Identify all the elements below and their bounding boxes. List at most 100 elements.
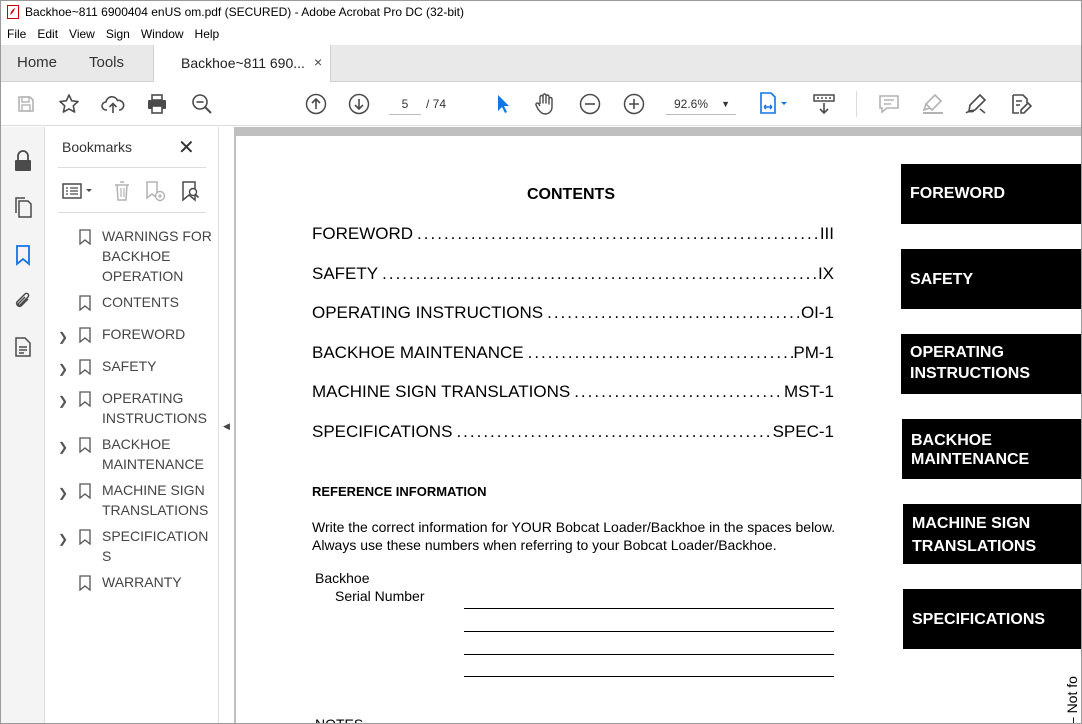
comment-icon[interactable] [876,91,902,117]
toc-entry-name: FOREWORD [312,224,414,243]
notes-label: NOTES [315,716,364,724]
section-tab-specifications[interactable]: SPECIFICATIONS [903,589,1081,649]
zoom-search-icon[interactable] [189,91,215,117]
page-number-input[interactable]: 5 [389,93,421,115]
toc-entry[interactable]: FOREWORD ...............................… [312,224,834,244]
toc-leader-dots: ........................................… [456,422,773,441]
toc-entry-name: SAFETY [312,264,379,283]
section-tab-label: MAINTENANCE [911,451,1030,468]
panel-splitter[interactable]: ◀ [218,127,234,723]
vertical-margin-text-content: y – Not fo [1064,676,1080,724]
toc-entry-page: PM-1 [793,343,834,362]
chevron-right-icon[interactable]: ❯ [58,391,68,411]
find-bookmark-icon[interactable] [180,180,202,202]
bookmark-options-icon[interactable] [62,180,96,202]
section-tab-label: INSTRUCTIONS [910,365,1030,382]
toc-entry[interactable]: SPECIFICATIONS .........................… [312,422,834,442]
tab-tools[interactable]: Tools [89,54,124,71]
delete-bookmark-icon[interactable] [112,180,132,202]
next-page-icon[interactable] [346,91,372,117]
hand-tool-icon[interactable] [532,91,558,117]
select-cursor-icon[interactable] [489,91,515,117]
bookmark-item[interactable]: WARNINGS FOR BACKHOE OPERATION [46,226,218,286]
vertical-margin-text: y – Not fo [1062,636,1081,724]
toc-entry-name: BACKHOE MAINTENANCE [312,343,524,362]
bookmark-icon [79,391,91,412]
toc-entry[interactable]: BACKHOE MAINTENANCE ....................… [312,343,834,363]
section-tab-maintenance[interactable]: BACKHOE MAINTENANCE [902,419,1081,479]
bookmark-icon [79,529,91,550]
toc-leader-dots: ........................................… [417,224,820,243]
lock-icon[interactable] [11,149,35,173]
tab-home[interactable]: Home [17,54,57,71]
bookmark-item[interactable]: ❯ MACHINE SIGN TRANSLATIONS [46,480,218,520]
section-tab-operating[interactable]: OPERATING INSTRUCTIONS [901,334,1081,394]
section-tab-safety[interactable]: SAFETY [901,249,1081,309]
zoom-in-icon[interactable] [621,91,647,117]
document-properties-icon[interactable] [11,335,35,359]
chevron-right-icon[interactable]: ❯ [58,437,68,457]
chevron-right-icon[interactable]: ❯ [58,529,68,549]
save-icon[interactable] [13,91,39,117]
close-icon[interactable]: ✕ [178,135,195,160]
bookmark-item[interactable]: ❯ FOREWORD [46,324,218,344]
menu-sign[interactable]: Sign [100,27,135,41]
print-icon[interactable] [144,91,170,117]
attachment-icon[interactable] [11,289,35,313]
document-viewport[interactable]: CONTENTS FOREWORD ......................… [234,127,1081,724]
bookmark-item[interactable]: ❯ SPECIFICATION S [46,526,218,566]
bookmark-item[interactable]: ❯ OPERATING INSTRUCTIONS [46,388,218,428]
zoom-level-select[interactable]: 92.6% ▼ [666,93,736,115]
toc-entry[interactable]: MACHINE SIGN TRANSLATIONS ..............… [312,382,834,402]
chevron-right-icon[interactable]: ❯ [58,483,68,503]
page-total: / 74 [426,97,447,111]
bookmark-label: WARRANTY [102,574,182,590]
fill-in-line [464,631,834,632]
toc-entry[interactable]: OPERATING INSTRUCTIONS .................… [312,303,834,323]
bookmark-panel-icon[interactable] [11,243,35,267]
section-tab-translations[interactable]: MACHINE SIGN TRANSLATIONS [903,504,1081,564]
collapse-panel-icon[interactable]: ◀ [223,421,230,432]
tab-close-icon[interactable]: × [314,54,322,70]
bookmark-icon [79,359,91,380]
menu-help[interactable]: Help [189,27,225,41]
page-fit-icon[interactable] [755,91,793,117]
bookmark-item[interactable]: ❯ BACKHOE MAINTENANCE [46,434,218,474]
bookmark-item[interactable]: WARRANTY [46,572,218,592]
section-tab-foreword[interactable]: FOREWORD [901,164,1081,224]
toc-leader-dots: ........................................… [574,382,784,401]
main-toolbar: 5 / 74 92.6% ▼ [1,82,1081,126]
zoom-out-icon[interactable] [577,91,603,117]
bookmark-item[interactable]: ❯ SAFETY [46,356,218,376]
chevron-right-icon[interactable]: ❯ [58,327,68,347]
tab-document[interactable]: Backhoe~811 690... × [153,45,331,82]
pages-thumbnails-icon[interactable] [11,195,35,219]
section-tab-label: SPECIFICATIONS [912,611,1046,628]
previous-page-icon[interactable] [303,91,329,117]
left-navigation-rail [1,127,45,723]
sign-pen-icon[interactable] [963,91,989,117]
bookmark-item[interactable]: CONTENTS [46,292,218,312]
pdf-page: CONTENTS FOREWORD ......................… [236,136,1081,724]
menu-file[interactable]: File [1,27,31,41]
bookmark-icon [79,575,91,596]
toc-entry[interactable]: SAFETY .................................… [312,264,834,284]
scroll-mode-icon[interactable] [811,91,837,117]
menu-view[interactable]: View [63,27,100,41]
edit-document-icon[interactable] [1008,91,1034,117]
highlight-pen-icon[interactable] [920,91,946,117]
toolbar-separator [856,91,857,117]
menu-window[interactable]: Window [135,27,189,41]
bookmark-label: WARNINGS FOR BACKHOE OPERATION [102,228,212,284]
reference-text-line: Write the correct information for YOUR B… [312,519,836,535]
reference-heading: REFERENCE INFORMATION [312,484,487,499]
chevron-right-icon[interactable]: ❯ [58,359,68,379]
star-icon[interactable] [56,91,82,117]
new-bookmark-icon[interactable] [144,180,166,202]
window-title: Backhoe~811 6900404 enUS om.pdf (SECURED… [25,5,465,19]
cloud-upload-icon[interactable] [100,91,126,117]
serial-number-label: Serial Number [335,588,425,604]
menu-bar: File Edit View Sign Window Help [1,23,1081,45]
menu-edit[interactable]: Edit [31,27,63,41]
bookmark-icon [79,327,91,348]
